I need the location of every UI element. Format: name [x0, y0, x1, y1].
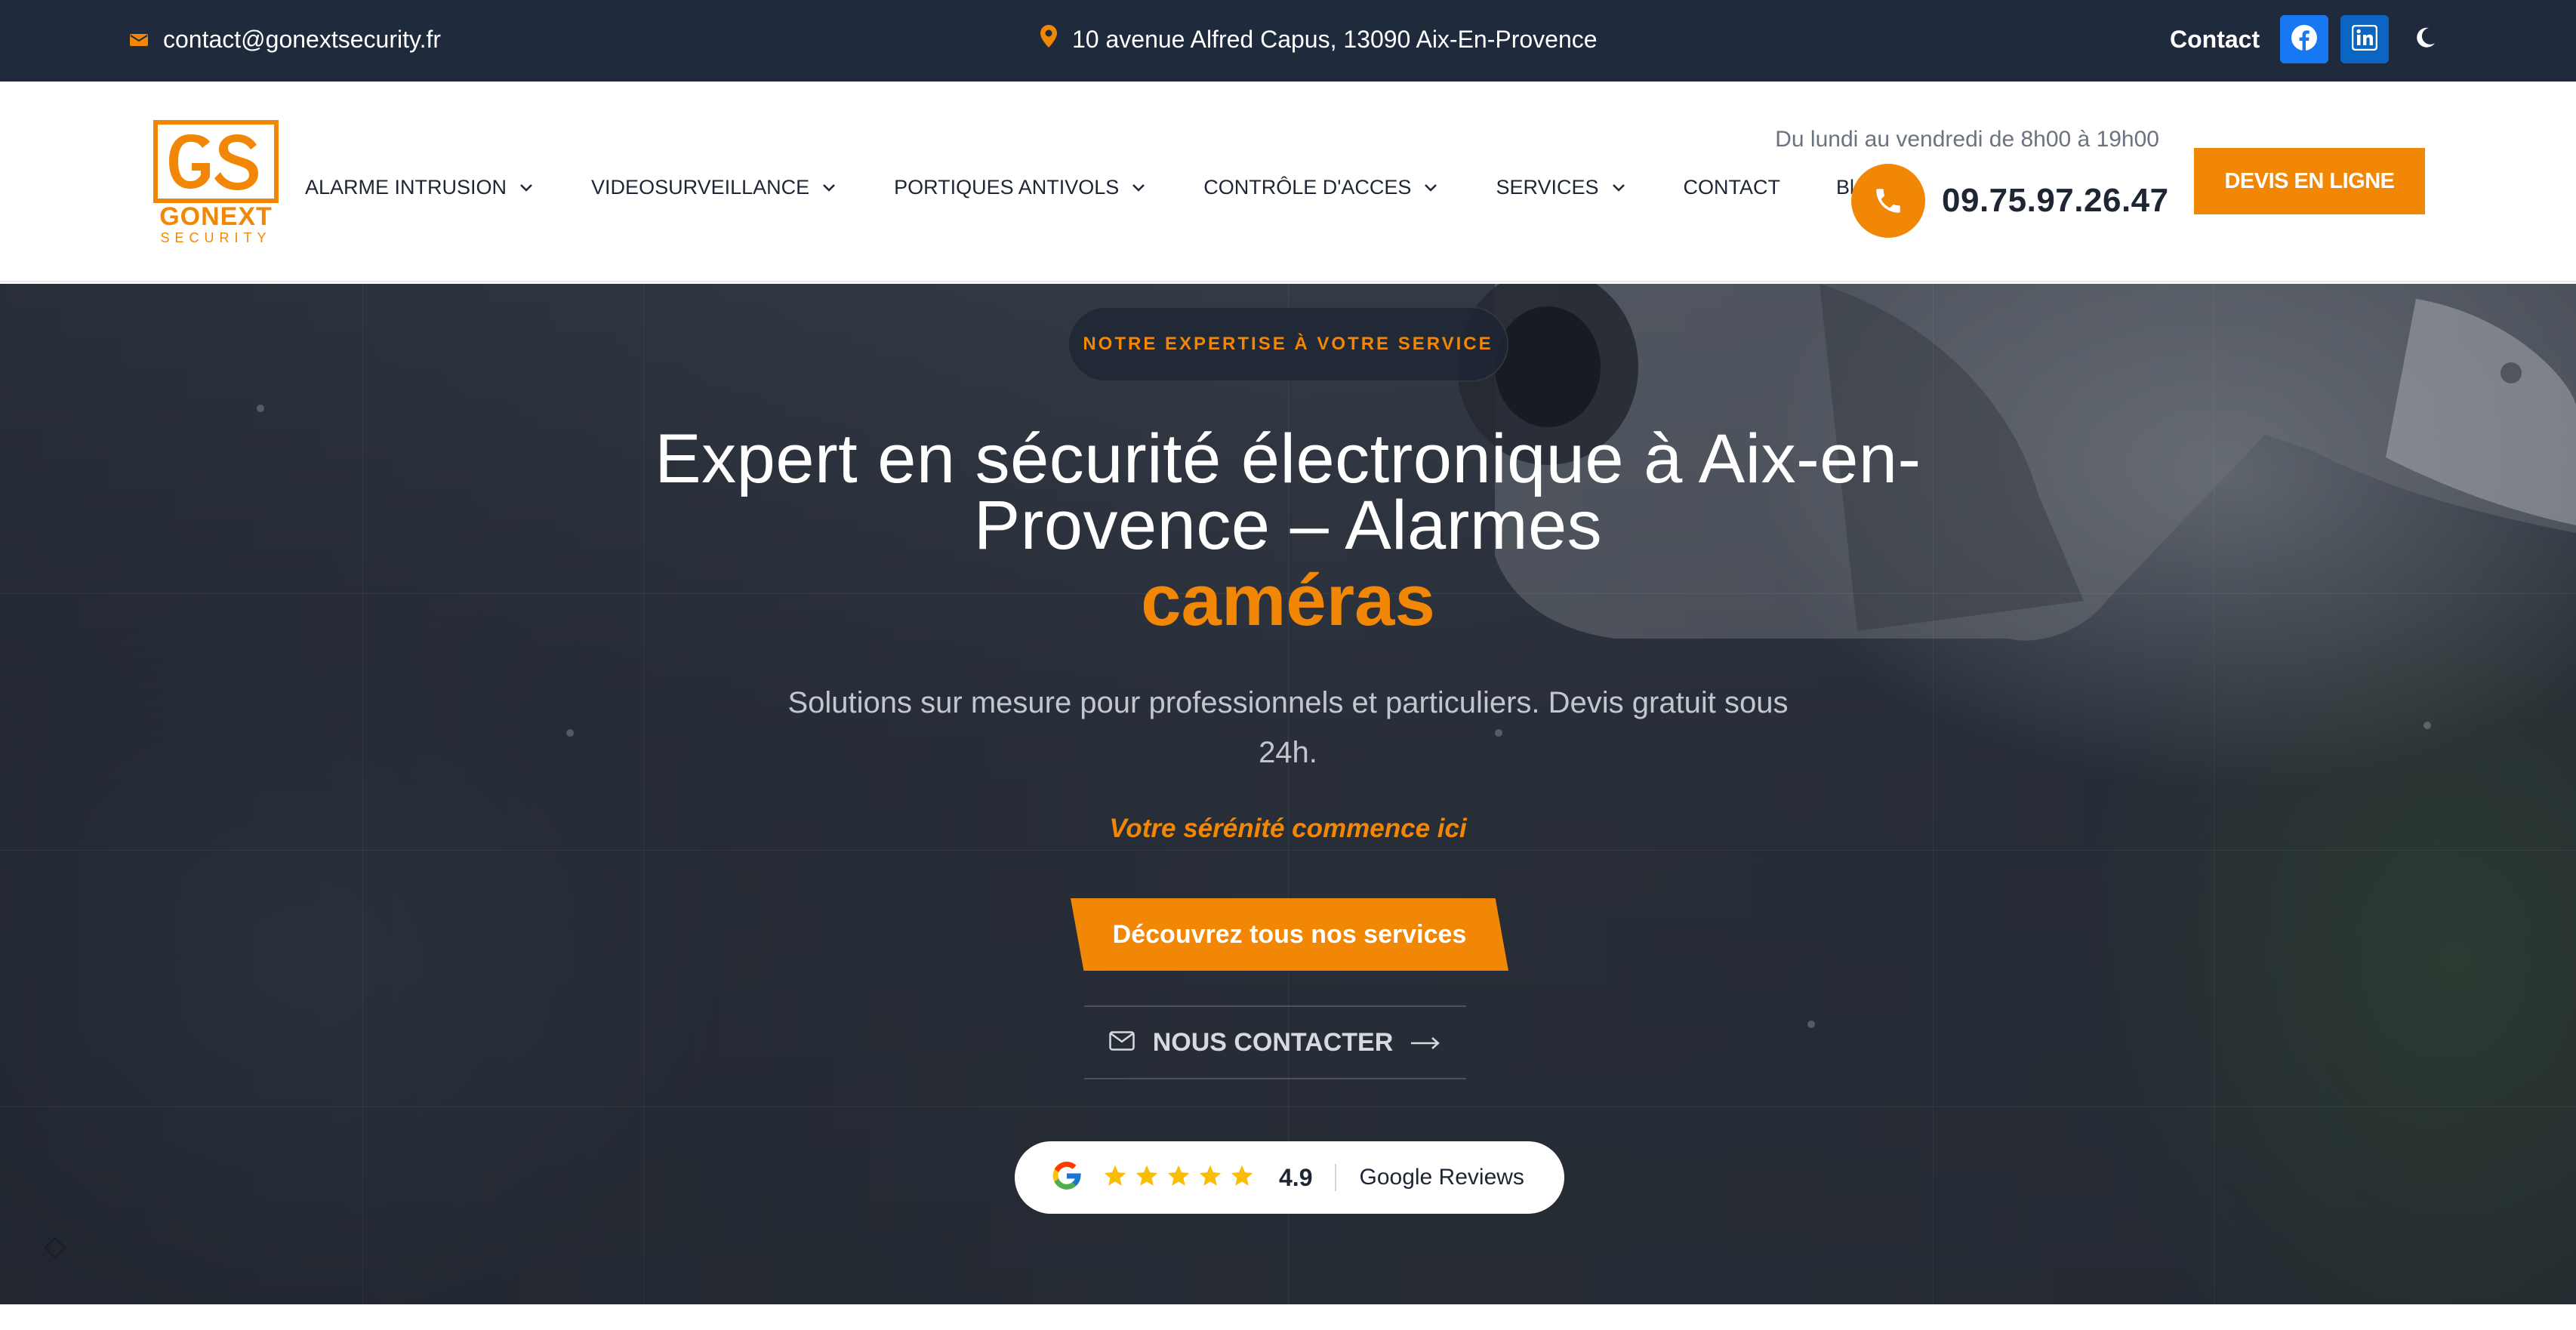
facebook-icon: [2291, 24, 2318, 55]
hero-title-line1: Expert en sécurité électronique à Aix-en…: [655, 420, 1921, 497]
nav-item-controle-acces[interactable]: CONTRÔLE D'ACCES: [1203, 176, 1440, 199]
diamond-icon[interactable]: [43, 1236, 67, 1260]
divider: [1335, 1164, 1337, 1191]
star-icon: [1197, 1163, 1223, 1193]
star-icon: [1166, 1163, 1191, 1193]
hero-title: Expert en sécurité électronique à Aix-en…: [453, 424, 2123, 560]
envelope-icon: [1108, 1028, 1135, 1058]
google-icon: [1049, 1159, 1084, 1197]
nav-item-label: CONTRÔLE D'ACCES: [1203, 175, 1412, 199]
hero-tagline: Votre sérénité commence ici: [1109, 814, 1467, 843]
topbar-contact-link[interactable]: Contact: [2170, 23, 2260, 56]
dark-mode-toggle[interactable]: [2408, 23, 2442, 56]
logo-brand-text: GONEXT: [159, 202, 273, 231]
rating-stars: [1102, 1163, 1255, 1193]
arrow-right-icon: [1411, 1028, 1441, 1058]
star-icon: [1134, 1163, 1160, 1193]
linkedin-icon: [2351, 24, 2378, 54]
topbar-address: 10 avenue Alfred Capus, 13090 Aix-En-Pro…: [1040, 23, 1598, 56]
hero-subtitle-line1: Solutions sur mesure pour professionnels…: [787, 686, 1789, 719]
nav-item-videosurveillance[interactable]: VIDEOSURVEILLANCE: [591, 176, 838, 199]
phone-contact[interactable]: 09.75.97.26.47: [1851, 163, 2169, 239]
moon-icon: [2414, 26, 2436, 53]
star-icon: [1229, 1163, 1255, 1193]
decorative-dot: [566, 729, 574, 737]
hero-title-line2: Provence – Alarmes: [973, 487, 1603, 564]
nav-item-label: ALARME INTRUSION: [305, 175, 507, 199]
google-reviews-label: Google Reviews: [1359, 1165, 1524, 1190]
chevron-down-icon: [1610, 178, 1628, 196]
opening-hours: Du lundi au vendredi de 8h00 à 19h00: [1775, 127, 2159, 152]
location-pin-icon: [1040, 25, 1057, 54]
chevron-down-icon: [820, 178, 838, 196]
hero-subtitle: Solutions sur mesure pour professionnels…: [717, 678, 1859, 777]
gonext-logo[interactable]: GONEXT SECURITY: [151, 119, 281, 248]
main-header: GONEXT SECURITY ALARME INTRUSION VIDEOSU…: [0, 82, 2576, 282]
chevron-down-icon: [517, 178, 535, 196]
nav-item-label: PORTIQUES ANTIVOLS: [894, 175, 1120, 199]
devis-en-ligne-button[interactable]: DEVIS EN LIGNE: [2194, 148, 2425, 214]
star-icon: [1102, 1163, 1128, 1193]
rating-value: 4.9: [1279, 1163, 1313, 1191]
phone-icon: [1851, 164, 1925, 238]
nav-item-services[interactable]: SERVICES: [1496, 176, 1627, 199]
chevron-down-icon: [1129, 178, 1148, 196]
discover-services-button[interactable]: Découvrez tous nos services: [1071, 898, 1508, 971]
mail-icon: [130, 26, 148, 54]
top-bar: contact@gonextsecurity.fr 10 avenue Alfr…: [0, 0, 2576, 82]
expertise-badge: NOTRE EXPERTISE À VOTRE SERVICE: [1068, 306, 1508, 382]
decorative-dot: [1807, 1021, 1815, 1028]
facebook-button[interactable]: [2280, 15, 2328, 63]
grid-line: [0, 850, 2576, 851]
topbar-address-text: 10 avenue Alfred Capus, 13090 Aix-En-Pro…: [1072, 25, 1598, 53]
google-reviews-badge[interactable]: 4.9 Google Reviews: [1015, 1141, 1564, 1214]
nav-item-alarme-intrusion[interactable]: ALARME INTRUSION: [305, 176, 535, 199]
phone-number[interactable]: 09.75.97.26.47: [1942, 182, 2169, 220]
chevron-down-icon: [1422, 178, 1440, 196]
next-section-edge: [0, 1304, 2576, 1330]
hero-subtitle-line2: 24h.: [1259, 736, 1317, 769]
nous-contacter-button[interactable]: NOUS CONTACTER: [1084, 1005, 1466, 1079]
hero-section: NOTRE EXPERTISE À VOTRE SERVICE Expert e…: [0, 284, 2576, 1304]
hero-title-accent: caméras: [1141, 560, 1435, 641]
topbar-email[interactable]: contact@gonextsecurity.fr: [130, 23, 441, 56]
nav-item-portiques-antivols[interactable]: PORTIQUES ANTIVOLS: [894, 176, 1148, 199]
linkedin-button[interactable]: [2340, 15, 2389, 63]
nous-contacter-label: NOUS CONTACTER: [1152, 1027, 1394, 1057]
logo-sub-text: SECURITY: [160, 230, 272, 245]
nav-item-label: VIDEOSURVEILLANCE: [591, 175, 810, 199]
decorative-dot: [2423, 722, 2431, 729]
nav-item-contact[interactable]: CONTACT: [1684, 176, 1781, 199]
nav-item-label: SERVICES: [1496, 175, 1599, 199]
grid-line: [362, 284, 363, 1304]
decorative-dot: [257, 405, 264, 412]
nav-item-label: CONTACT: [1683, 175, 1781, 199]
main-nav: ALARME INTRUSION VIDEOSURVEILLANCE PORTI…: [305, 165, 1933, 210]
topbar-email-text[interactable]: contact@gonextsecurity.fr: [163, 26, 441, 54]
